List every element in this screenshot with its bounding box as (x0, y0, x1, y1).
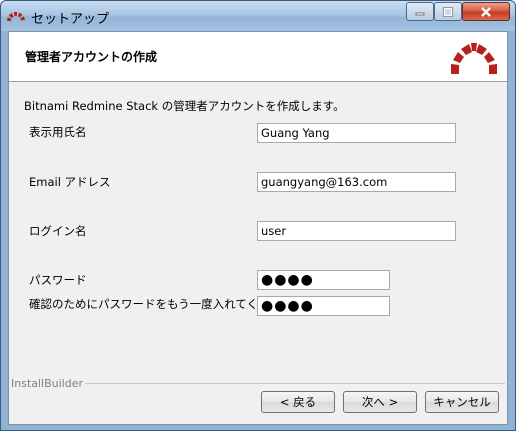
redmine-app-icon (7, 12, 25, 22)
display-name-label: 表示用氏名 (29, 125, 87, 139)
intro-text: Bitnami Redmine Stack の管理者アカウントを作成します。 (24, 99, 345, 113)
email-label: Email アドレス (29, 175, 111, 189)
email-input[interactable]: guangyang@163.com (257, 172, 456, 192)
password-label: パスワード (29, 273, 87, 287)
close-button[interactable] (462, 2, 510, 21)
minimize-button[interactable] (406, 2, 434, 21)
installbuilder-brand: InstallBuilder (11, 377, 84, 390)
password-input[interactable]: ●●●● (257, 270, 390, 290)
window-title: セットアップ (31, 12, 110, 27)
maximize-icon (443, 6, 453, 17)
page-header: 管理者アカウントの作成 (9, 32, 507, 82)
dialog-body: 管理者アカウントの作成 Bitnami Redmine Stack の管理者アカ… (8, 31, 508, 425)
login-name-label: ログイン名 (29, 224, 87, 238)
title-bar[interactable]: セットアップ (1, 1, 515, 31)
page-title: 管理者アカウントの作成 (25, 50, 158, 64)
close-icon (481, 6, 491, 17)
password-confirm-label: 確認のためにパスワードをもう一度入れてください (29, 297, 293, 311)
setup-window: セットアップ 管理者アカウントの作成 Bitnami Redmine Stack… (0, 0, 516, 431)
login-name-input[interactable]: user (257, 221, 456, 241)
maximize-button[interactable] (434, 2, 462, 21)
footer-divider (85, 383, 505, 384)
minimize-icon (415, 12, 425, 15)
back-button[interactable]: < 戻る (261, 391, 335, 413)
redmine-logo (451, 43, 497, 74)
display-name-input[interactable]: Guang Yang (257, 123, 456, 143)
cancel-button[interactable]: キャンセル (425, 391, 499, 413)
next-button[interactable]: 次へ > (343, 391, 417, 413)
password-confirm-input[interactable]: ●●●● (257, 296, 390, 316)
